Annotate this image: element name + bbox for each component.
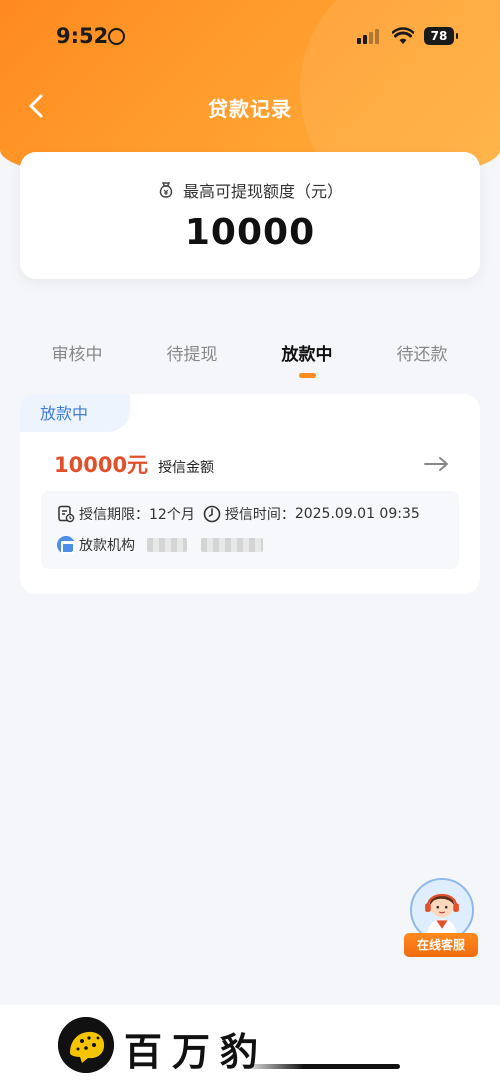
wifi-icon — [392, 27, 414, 44]
grant-time-value: 2025.09.01 09:35 — [294, 506, 420, 522]
online-support-label: 在线客服 — [404, 933, 478, 957]
smiley-icon — [108, 28, 125, 45]
money-bag-icon — [159, 182, 173, 198]
bank-icon — [57, 536, 75, 554]
credit-amount-label: 授信金额 — [158, 460, 215, 476]
redacted-institution-name — [147, 538, 187, 552]
leopard-logo-icon — [58, 1017, 114, 1073]
tab-reviewing[interactable]: 审核中 — [27, 340, 127, 365]
credit-limit-card: 最高可提现额度（元） 10000 — [20, 152, 480, 279]
credit-limit-amount: 10000 — [184, 212, 316, 253]
status-bar: 9:52 78 — [0, 0, 500, 74]
loan-info-box: 授信期限： 12个月 授信时间： 2025.09.01 09:35 放款机构 — [41, 491, 459, 569]
cellular-signal-icon — [357, 29, 379, 44]
term-label: 授信期限： — [79, 507, 149, 523]
clock-icon — [203, 505, 221, 523]
status-tabs: 审核中 待提现 放款中 待还款 — [0, 340, 500, 380]
status-time: 9:52 — [56, 24, 109, 48]
status-badge: 放款中 — [20, 394, 130, 432]
tab-disbursing[interactable]: 放款中 — [257, 340, 357, 365]
loan-record-card[interactable]: 放款中 10000元 授信金额 授信期限： 12个月 授信时间： 2025.09… — [20, 394, 480, 594]
term-value: 12个月 — [149, 507, 195, 523]
home-indicator[interactable] — [240, 1064, 400, 1069]
document-clock-icon — [58, 505, 75, 523]
grant-time-label: 授信时间： — [224, 507, 295, 523]
redacted-institution-name — [201, 538, 263, 552]
tab-pending-repayment[interactable]: 待还款 — [372, 340, 472, 365]
arrow-right-icon[interactable] — [424, 456, 450, 472]
tab-pending-withdrawal[interactable]: 待提现 — [142, 340, 242, 365]
battery-indicator: 78 — [424, 27, 458, 45]
institution-label: 放款机构 — [79, 538, 135, 554]
page-title: 贷款记录 — [208, 97, 292, 121]
credit-limit-label: 最高可提现额度（元） — [182, 182, 343, 201]
online-support-button[interactable]: 在线客服 — [404, 878, 478, 958]
active-tab-indicator — [299, 373, 316, 378]
credit-amount: 10000元 — [54, 453, 149, 477]
